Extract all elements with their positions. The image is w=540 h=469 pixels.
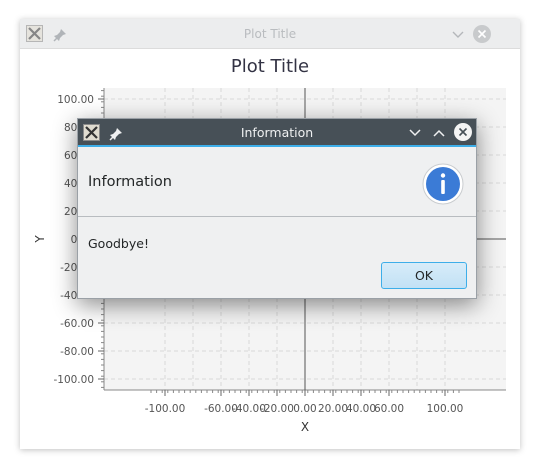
info-icon (422, 163, 464, 205)
dialog-titlebar: Information (78, 119, 476, 147)
y-tick-label: -100.00 (53, 374, 94, 386)
y-tick-label: -60.00 (60, 318, 94, 330)
x-tick-label: -100.00 (145, 403, 186, 415)
maximize-icon[interactable] (432, 125, 446, 139)
x-tick-label: 0.00 (293, 403, 316, 415)
information-dialog: Information Information Goodbye! OK (77, 118, 477, 299)
close-icon[interactable] (454, 123, 472, 141)
dialog-separator (78, 216, 476, 217)
y-tick-label: -80.00 (60, 346, 94, 358)
x-axis-label: X (301, 420, 309, 434)
dialog-header: Information (88, 174, 172, 190)
ok-button[interactable]: OK (381, 262, 467, 289)
y-axis-label: Y (33, 235, 47, 244)
y-tick-label: 100.00 (57, 94, 94, 106)
x-tick-label: 20.00 (318, 403, 348, 415)
x-tick-label: 60.00 (374, 403, 404, 415)
x-tick-label: -20.00 (260, 403, 294, 415)
dialog-message: Goodbye! (88, 236, 149, 251)
x-tick-label: 40.00 (346, 403, 376, 415)
x-tick-label: 100.00 (427, 403, 464, 415)
minimize-icon[interactable] (408, 125, 422, 139)
